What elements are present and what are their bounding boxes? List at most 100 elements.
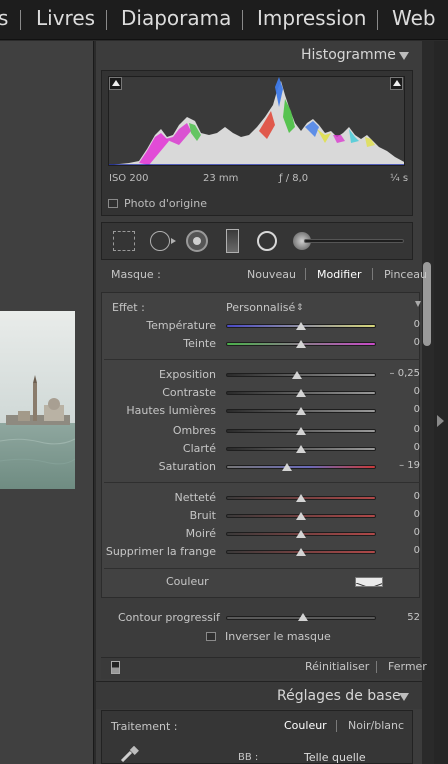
slider-value[interactable]: 0 — [380, 527, 420, 538]
slider-thumb[interactable] — [296, 407, 306, 415]
spot-arrow-icon — [171, 238, 176, 244]
effect-collapse-icon[interactable] — [415, 301, 421, 307]
reset-button[interactable]: Réinitialiser — [305, 660, 369, 673]
module-picker-bar: s Livres Diaporama Impression Web — [0, 0, 448, 40]
treatment-label: Traitement : — [111, 720, 178, 733]
treatment-bw-button[interactable]: Noir/blanc — [348, 719, 404, 732]
wb-eyedropper-icon[interactable] — [119, 745, 141, 763]
original-photo-checkbox[interactable] — [108, 199, 118, 208]
mask-label: Masque : — [111, 268, 161, 281]
slider-thumb[interactable] — [296, 494, 306, 502]
slider-thumb[interactable] — [296, 512, 306, 520]
preset-stepper-icon[interactable]: ⇕ — [296, 303, 304, 313]
highlight-clipping-indicator-icon[interactable] — [390, 77, 403, 90]
original-photo-label: Photo d'origine — [124, 197, 207, 210]
slider-value[interactable]: 0 — [380, 442, 420, 453]
feather-label: Contour progressif — [118, 611, 220, 624]
histogram-iso: ISO 200 — [109, 173, 149, 184]
slider-label: Ombres — [172, 424, 216, 437]
collapse-panel-arrow-icon[interactable] — [437, 415, 444, 427]
slider-track[interactable] — [226, 465, 376, 469]
module-separator — [242, 10, 243, 30]
wb-select[interactable]: Telle quelle — [304, 751, 366, 764]
color-swatch[interactable] — [355, 577, 383, 587]
panel-scrollbar-track[interactable] — [422, 41, 434, 764]
slider-value[interactable]: 0 — [380, 509, 420, 520]
slider-value[interactable]: 0 — [380, 337, 420, 348]
section-divider — [104, 359, 420, 360]
module-livres[interactable]: Livres — [36, 6, 95, 30]
mask-separator — [372, 268, 373, 280]
histogram-focal-length: 23 mm — [203, 173, 239, 184]
slider-value[interactable]: – 19 — [380, 460, 420, 471]
slider-label: Netteté — [174, 491, 216, 504]
color-label: Couleur — [166, 575, 209, 588]
slider-thumb[interactable] — [296, 548, 306, 556]
red-eye-pupil — [193, 237, 201, 245]
module-diaporama[interactable]: Diaporama — [121, 6, 231, 30]
slider-value[interactable]: 0 — [380, 424, 420, 435]
slider-value[interactable]: – 0,25 — [380, 368, 420, 379]
shadow-clipping-indicator-icon[interactable] — [109, 77, 122, 90]
mask-brush-button[interactable]: Pinceau — [384, 268, 427, 281]
treatment-color-button[interactable]: Couleur — [284, 719, 327, 732]
slider-value[interactable]: 0 — [380, 545, 420, 556]
basic-panel-title[interactable]: Réglages de base — [277, 688, 401, 704]
slider-thumb[interactable] — [296, 340, 306, 348]
brush-size-track[interactable] — [304, 239, 404, 243]
module-web[interactable]: Web — [392, 6, 436, 30]
basic-collapse-icon[interactable] — [399, 693, 409, 701]
crop-overlay-tool-icon[interactable] — [113, 231, 135, 251]
action-separator — [376, 661, 377, 673]
close-button[interactable]: Fermer — [388, 660, 427, 673]
histogram-shutter: ¼ s — [390, 173, 409, 184]
slider-label: Bruit — [189, 509, 216, 522]
slider-thumb[interactable] — [296, 427, 306, 435]
module-separator — [106, 10, 107, 30]
slider-value[interactable]: 0 — [380, 491, 420, 502]
right-edge-strip — [434, 41, 448, 764]
effect-preset-select[interactable]: Personnalisé — [226, 301, 295, 314]
slider-label: Hautes lumières — [126, 404, 216, 417]
slider-label: Contraste — [162, 386, 216, 399]
panel-action-row — [101, 657, 420, 679]
slider-thumb[interactable] — [296, 530, 306, 538]
radial-filter-tool-icon[interactable] — [257, 231, 277, 251]
treatment-separator — [336, 720, 337, 732]
red-eye-tool-icon[interactable] — [186, 230, 208, 252]
slider-thumb[interactable] — [296, 389, 306, 397]
feather-section — [101, 600, 420, 656]
mask-edit-button[interactable]: Modifier — [317, 268, 361, 281]
invert-mask-checkbox[interactable] — [206, 632, 216, 641]
histogram-graph[interactable] — [108, 76, 405, 166]
slider-value[interactable]: 0 — [380, 386, 420, 397]
effect-label: Effet : — [112, 301, 145, 314]
slider-thumb[interactable] — [281, 463, 292, 471]
panel-toggle-switch-icon[interactable] — [111, 661, 120, 674]
graduated-filter-tool-icon[interactable] — [226, 229, 239, 253]
mask-new-button[interactable]: Nouveau — [247, 268, 296, 281]
section-divider — [104, 568, 420, 569]
module-impression[interactable]: Impression — [257, 6, 366, 30]
slider-label: Température — [146, 319, 216, 332]
spot-removal-tool-icon[interactable] — [150, 231, 170, 251]
feather-value[interactable]: 52 — [398, 612, 420, 623]
slider-value[interactable]: 0 — [380, 404, 420, 415]
module-separator — [377, 10, 378, 30]
slider-thumb[interactable] — [296, 445, 306, 453]
histogram-title[interactable]: Histogramme — [301, 47, 396, 63]
wb-label: BB : — [238, 752, 259, 763]
feather-slider-thumb[interactable] — [298, 613, 308, 621]
slider-label: Supprimer la frange — [105, 545, 216, 558]
local-adjust-tool-strip — [101, 222, 413, 260]
histogram-collapse-icon[interactable] — [399, 52, 409, 60]
photo-preview[interactable] — [0, 311, 75, 489]
slider-value[interactable]: 0 — [380, 319, 420, 330]
module-separator — [20, 10, 21, 30]
slider-label: Clarté — [182, 442, 216, 455]
module-prev[interactable]: s — [0, 6, 8, 30]
slider-label: Teinte — [183, 337, 216, 350]
slider-thumb[interactable] — [291, 371, 302, 379]
slider-thumb[interactable] — [296, 322, 306, 330]
section-divider — [104, 482, 420, 483]
